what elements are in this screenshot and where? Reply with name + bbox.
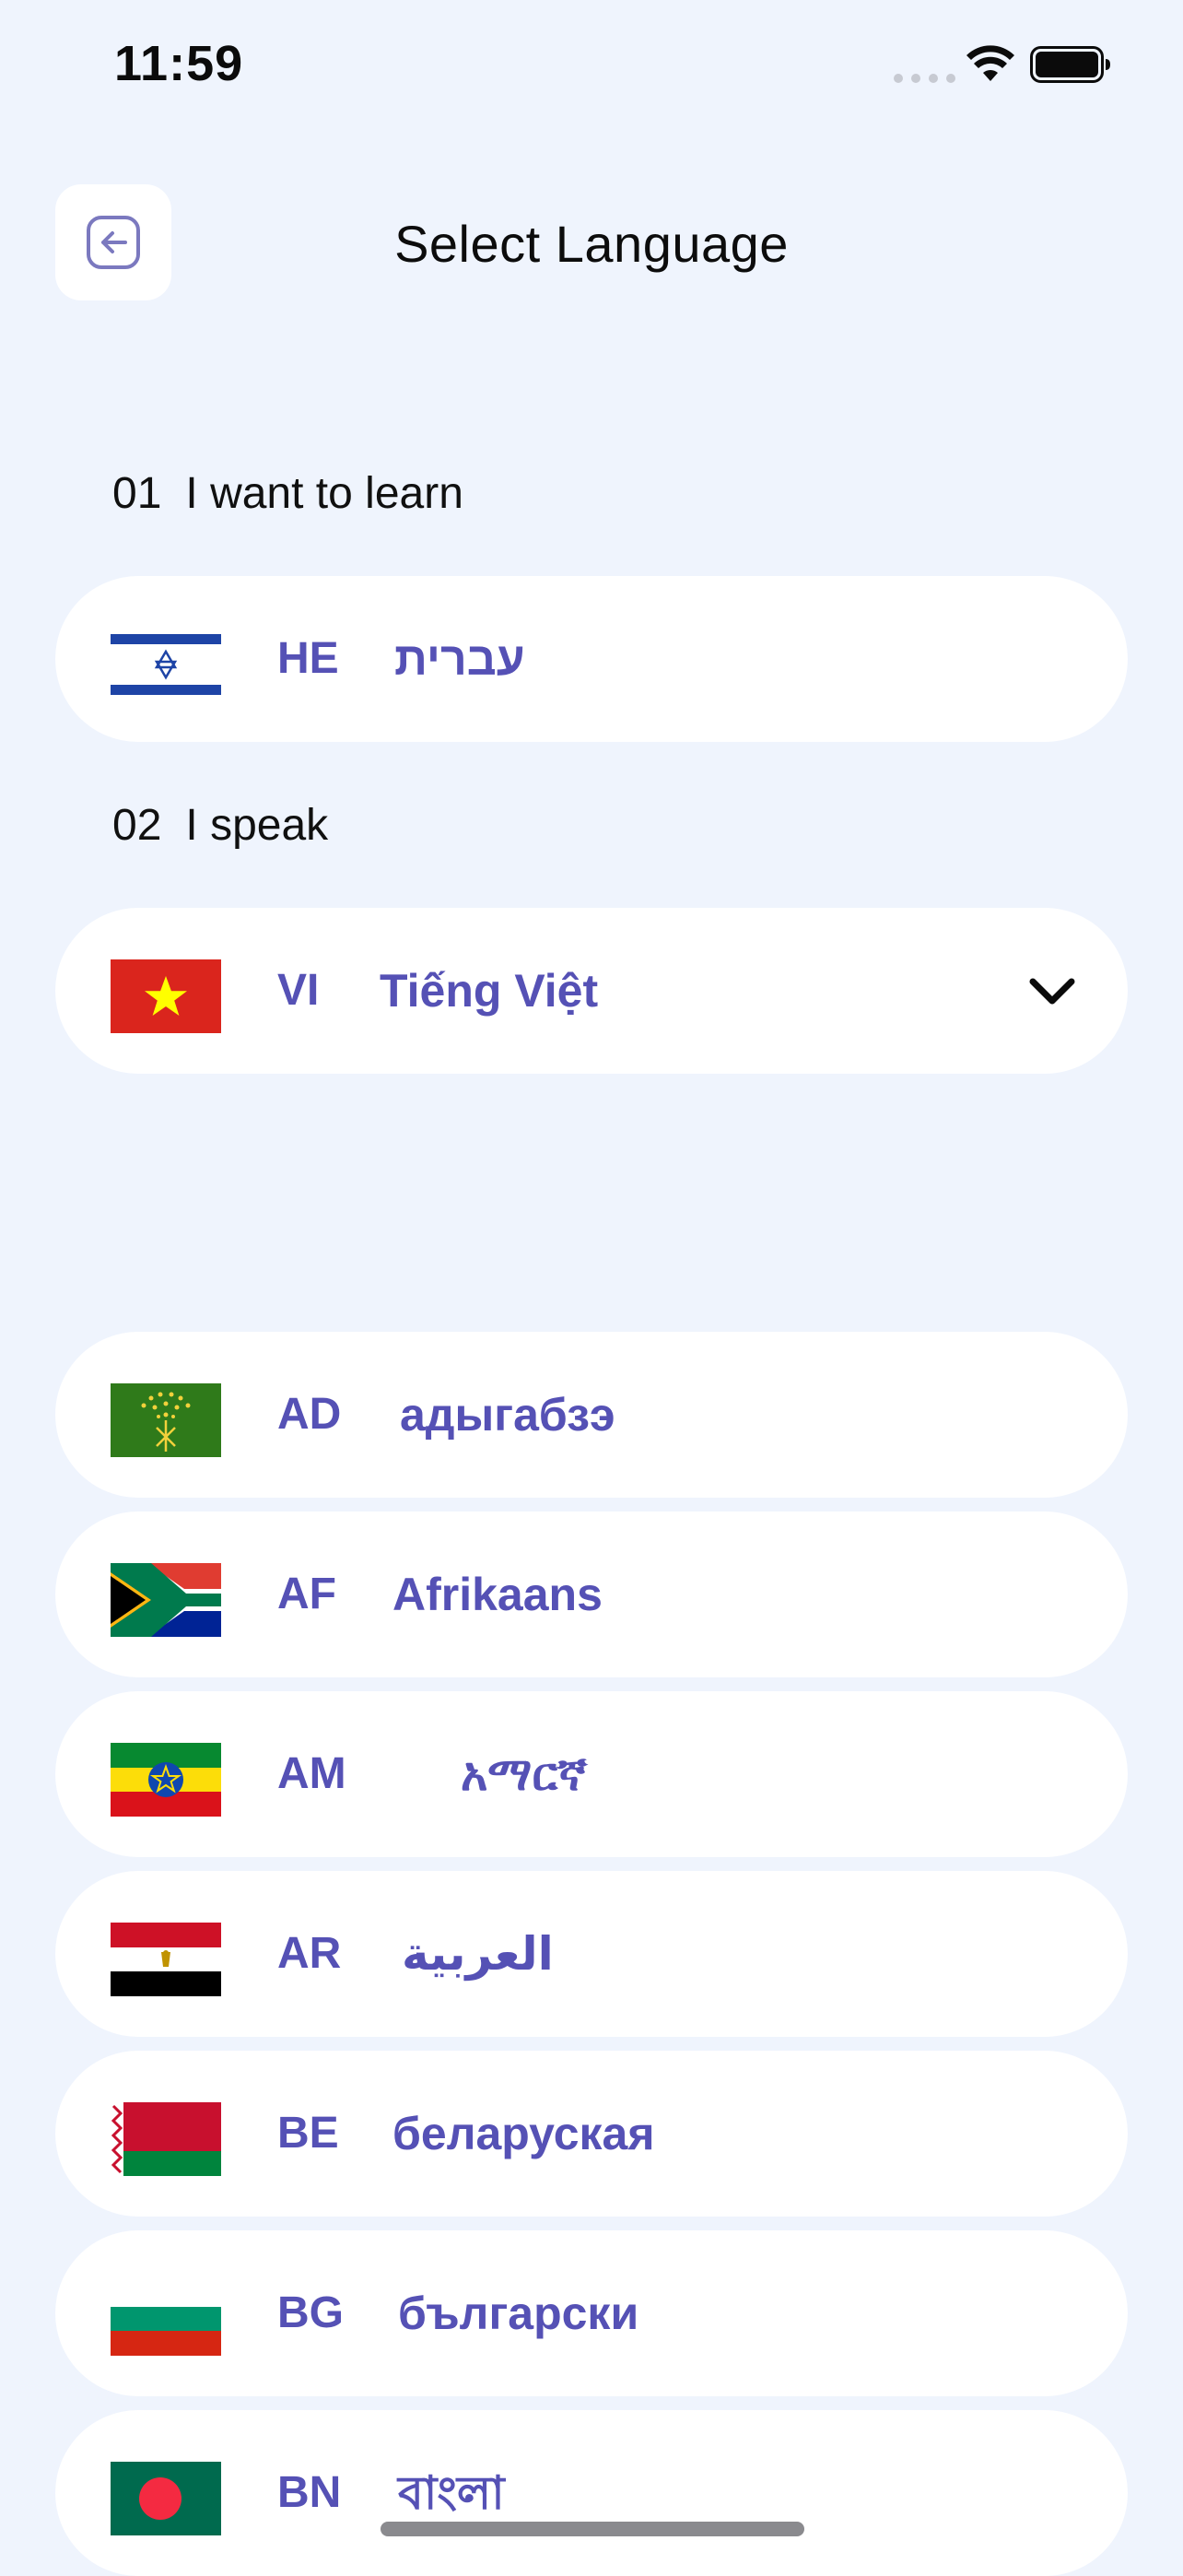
language-option-ad[interactable]: AD адыгабзэ: [55, 1332, 1128, 1498]
language-name: বাংলা: [398, 2467, 505, 2519]
speak-language-code: VI: [277, 966, 320, 1015]
status-bar: 11:59: [0, 0, 1183, 138]
wifi-icon: [966, 45, 1014, 81]
learn-language-code: HE: [277, 634, 339, 683]
speak-language-dropdown[interactable]: VI Tiếng Việt: [55, 908, 1128, 1074]
learn-section-label: 01 I want to learn: [112, 468, 463, 519]
chevron-down-icon: [1029, 978, 1075, 1005]
language-name: беларуская: [392, 2108, 655, 2159]
speak-language-name: Tiếng Việt: [380, 965, 599, 1017]
language-option-am[interactable]: AM አማርኛ: [55, 1691, 1128, 1857]
learn-section-text: I want to learn: [185, 469, 463, 518]
israel-flag-icon: [111, 628, 221, 701]
language-code: BG: [277, 2288, 344, 2337]
language-code: AF: [277, 1570, 336, 1618]
language-option-bg[interactable]: BG български: [55, 2230, 1128, 2396]
speak-section-number: 02: [112, 801, 162, 850]
home-indicator: [381, 2522, 804, 2536]
battery-icon: [1030, 46, 1110, 83]
bulgaria-flag-icon: [111, 2282, 221, 2356]
egypt-flag-icon: [111, 1923, 221, 1996]
speak-section-text: I speak: [185, 801, 329, 850]
belarus-flag-icon: [111, 2102, 221, 2176]
language-code: AM: [277, 1749, 346, 1798]
bangladesh-flag-icon: [111, 2462, 221, 2535]
cellular-signal-icon: [894, 74, 955, 83]
language-code: AD: [277, 1390, 342, 1439]
language-option-ar[interactable]: AR العربية: [55, 1871, 1128, 2037]
language-code: BN: [277, 2468, 342, 2517]
status-time: 11:59: [114, 36, 244, 91]
learn-section-number: 01: [112, 469, 162, 518]
vietnam-flag-icon: [111, 959, 221, 1033]
language-code: BE: [277, 2109, 339, 2158]
language-name: Afrikaans: [392, 1569, 603, 1620]
language-code: AR: [277, 1929, 342, 1978]
learn-language-selector[interactable]: HE עברית: [55, 576, 1128, 742]
language-name: адыгабзэ: [400, 1389, 615, 1441]
language-name: български: [398, 2288, 639, 2339]
language-option-be[interactable]: BE беларуская: [55, 2051, 1128, 2217]
adygea-flag-icon: [111, 1383, 221, 1457]
language-option-af[interactable]: AF Afrikaans: [55, 1511, 1128, 1677]
south-africa-flag-icon: [111, 1563, 221, 1637]
page-title: Select Language: [394, 215, 789, 273]
language-option-bn[interactable]: BN বাংলা: [55, 2410, 1128, 2576]
learn-language-name: עברית: [394, 633, 525, 685]
language-name: አማርኛ: [461, 1748, 587, 1800]
speak-section-label: 02 I speak: [112, 800, 328, 851]
language-name: العربية: [402, 1928, 554, 1980]
ethiopia-flag-icon: [111, 1743, 221, 1817]
